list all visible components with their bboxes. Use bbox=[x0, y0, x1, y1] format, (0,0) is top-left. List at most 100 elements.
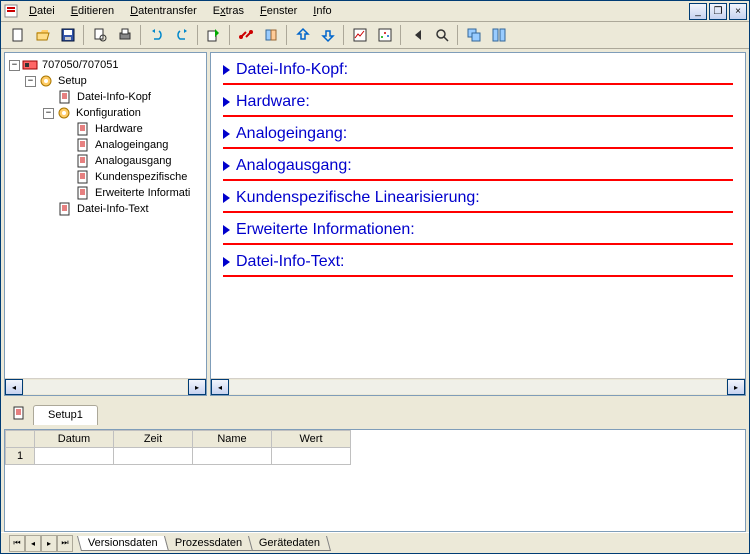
row-header[interactable]: 1 bbox=[6, 448, 35, 465]
cell[interactable] bbox=[193, 448, 272, 465]
section-kundenspezifische[interactable]: Kundenspezifische Linearisierung: bbox=[223, 187, 733, 213]
menu-fenster[interactable]: Fenster bbox=[252, 3, 305, 19]
scroll-track[interactable] bbox=[24, 380, 187, 394]
section-datei-info-text[interactable]: Datei-Info-Text: bbox=[223, 251, 733, 277]
menu-editieren[interactable]: Editieren bbox=[63, 3, 122, 19]
menu-bar: Datei Editieren Datentransfer Extras Fen… bbox=[1, 1, 749, 22]
section-arrow-icon bbox=[223, 129, 230, 139]
toolbar-separator bbox=[140, 25, 141, 45]
cascade-icon[interactable] bbox=[461, 23, 486, 47]
disconnect-icon[interactable] bbox=[258, 23, 283, 47]
tab-first-icon[interactable]: ⏮ bbox=[9, 535, 25, 552]
save-icon[interactable] bbox=[55, 23, 80, 47]
page-icon bbox=[75, 185, 91, 201]
menu-label: enster bbox=[267, 5, 298, 17]
tree-hscrollbar[interactable]: ◂ ▸ bbox=[5, 378, 206, 395]
window-controls: _ ❐ × bbox=[689, 3, 747, 20]
tile-icon[interactable] bbox=[486, 23, 511, 47]
minimize-button[interactable]: _ bbox=[689, 3, 707, 20]
tab-prozessdaten[interactable]: Prozessdaten bbox=[164, 536, 253, 551]
open-icon[interactable] bbox=[30, 23, 55, 47]
section-rule bbox=[223, 275, 733, 277]
expand-toggle[interactable]: − bbox=[9, 60, 20, 71]
tree-item-datei-info-text[interactable]: Datei-Info-Text bbox=[75, 203, 151, 215]
undo-icon[interactable] bbox=[144, 23, 169, 47]
content-list[interactable]: Datei-Info-Kopf: Hardware: Analogeingang… bbox=[211, 53, 745, 378]
section-analogausgang[interactable]: Analogausgang: bbox=[223, 155, 733, 181]
expand-toggle[interactable]: − bbox=[25, 76, 36, 87]
scroll-right-icon[interactable]: ▸ bbox=[727, 379, 745, 395]
page-icon bbox=[75, 169, 91, 185]
tree-item-kundenspezifische[interactable]: Kundenspezifische bbox=[93, 171, 189, 183]
section-arrow-icon bbox=[223, 97, 230, 107]
tree-view[interactable]: − 707050/707051 − Setup Datei-Info-Kopf bbox=[5, 53, 206, 378]
tree-setup-label[interactable]: Setup bbox=[56, 75, 89, 87]
col-name[interactable]: Name bbox=[193, 431, 272, 448]
col-wert[interactable]: Wert bbox=[272, 431, 351, 448]
tree-item-datei-info-kopf[interactable]: Datei-Info-Kopf bbox=[75, 91, 153, 103]
print-preview-icon[interactable] bbox=[87, 23, 112, 47]
upload-icon[interactable] bbox=[290, 23, 315, 47]
cell[interactable] bbox=[35, 448, 114, 465]
tab-prev-icon[interactable]: ◂ bbox=[25, 535, 41, 552]
app-window: Datei Editieren Datentransfer Extras Fen… bbox=[0, 0, 750, 554]
section-arrow-icon bbox=[223, 225, 230, 235]
tab-versionsdaten[interactable]: Versionsdaten bbox=[77, 536, 169, 551]
menu-datentransfer[interactable]: Datentransfer bbox=[122, 3, 205, 19]
tree-item-konfiguration[interactable]: Konfiguration bbox=[74, 107, 143, 119]
gear-icon bbox=[38, 73, 54, 89]
tab-setup1[interactable]: Setup1 bbox=[33, 405, 98, 425]
restore-button[interactable]: ❐ bbox=[709, 3, 727, 20]
section-rule bbox=[223, 211, 733, 213]
close-button[interactable]: × bbox=[729, 3, 747, 20]
section-rule bbox=[223, 83, 733, 85]
section-arrow-icon bbox=[223, 65, 230, 75]
tree-item-analogeingang[interactable]: Analogeingang bbox=[93, 139, 170, 151]
menu-extras[interactable]: Extras bbox=[205, 3, 252, 19]
search-icon[interactable] bbox=[429, 23, 454, 47]
scatter-icon[interactable] bbox=[372, 23, 397, 47]
tab-next-icon[interactable]: ▸ bbox=[41, 535, 57, 552]
grid-corner[interactable] bbox=[6, 431, 35, 448]
menu-label: nfo bbox=[316, 5, 331, 17]
tab-geraetedaten[interactable]: Gerätedaten bbox=[248, 536, 331, 551]
page-icon bbox=[75, 153, 91, 169]
export-icon[interactable] bbox=[201, 23, 226, 47]
print-icon[interactable] bbox=[112, 23, 137, 47]
tree-item-erweiterte[interactable]: Erweiterte Informati bbox=[93, 187, 192, 199]
section-erweiterte[interactable]: Erweiterte Informationen: bbox=[223, 219, 733, 245]
scroll-track[interactable] bbox=[230, 380, 726, 394]
tree-root-label[interactable]: 707050/707051 bbox=[40, 59, 120, 71]
menu-datei[interactable]: Datei bbox=[21, 3, 63, 19]
page-icon bbox=[75, 121, 91, 137]
cell[interactable] bbox=[114, 448, 193, 465]
page-icon bbox=[75, 137, 91, 153]
tab-nav: ⏮ ◂ ▸ ⏭ bbox=[9, 535, 73, 552]
section-analogeingang[interactable]: Analogeingang: bbox=[223, 123, 733, 149]
cell[interactable] bbox=[272, 448, 351, 465]
scroll-left-icon[interactable]: ◂ bbox=[5, 379, 23, 395]
col-datum[interactable]: Datum bbox=[35, 431, 114, 448]
new-file-icon[interactable] bbox=[5, 23, 30, 47]
first-icon[interactable] bbox=[404, 23, 429, 47]
section-title: Kundenspezifische Linearisierung: bbox=[236, 189, 480, 207]
scroll-left-icon[interactable]: ◂ bbox=[211, 379, 229, 395]
section-title: Hardware: bbox=[236, 93, 310, 111]
expand-toggle[interactable]: − bbox=[43, 108, 54, 119]
connect-icon[interactable] bbox=[233, 23, 258, 47]
download-icon[interactable] bbox=[315, 23, 340, 47]
menu-label: ditieren bbox=[78, 5, 114, 17]
redo-icon[interactable] bbox=[169, 23, 194, 47]
section-rule bbox=[223, 179, 733, 181]
section-hardware[interactable]: Hardware: bbox=[223, 91, 733, 117]
section-datei-info-kopf[interactable]: Datei-Info-Kopf: bbox=[223, 59, 733, 85]
content-hscrollbar[interactable]: ◂ ▸ bbox=[211, 378, 745, 395]
tree-item-analogausgang[interactable]: Analogausgang bbox=[93, 155, 173, 167]
col-zeit[interactable]: Zeit bbox=[114, 431, 193, 448]
scroll-right-icon[interactable]: ▸ bbox=[188, 379, 206, 395]
tab-last-icon[interactable]: ⏭ bbox=[57, 535, 73, 552]
data-grid[interactable]: Datum Zeit Name Wert 1 bbox=[5, 430, 351, 465]
tree-item-hardware[interactable]: Hardware bbox=[93, 123, 145, 135]
menu-info[interactable]: Info bbox=[305, 3, 339, 19]
chart-icon[interactable] bbox=[347, 23, 372, 47]
